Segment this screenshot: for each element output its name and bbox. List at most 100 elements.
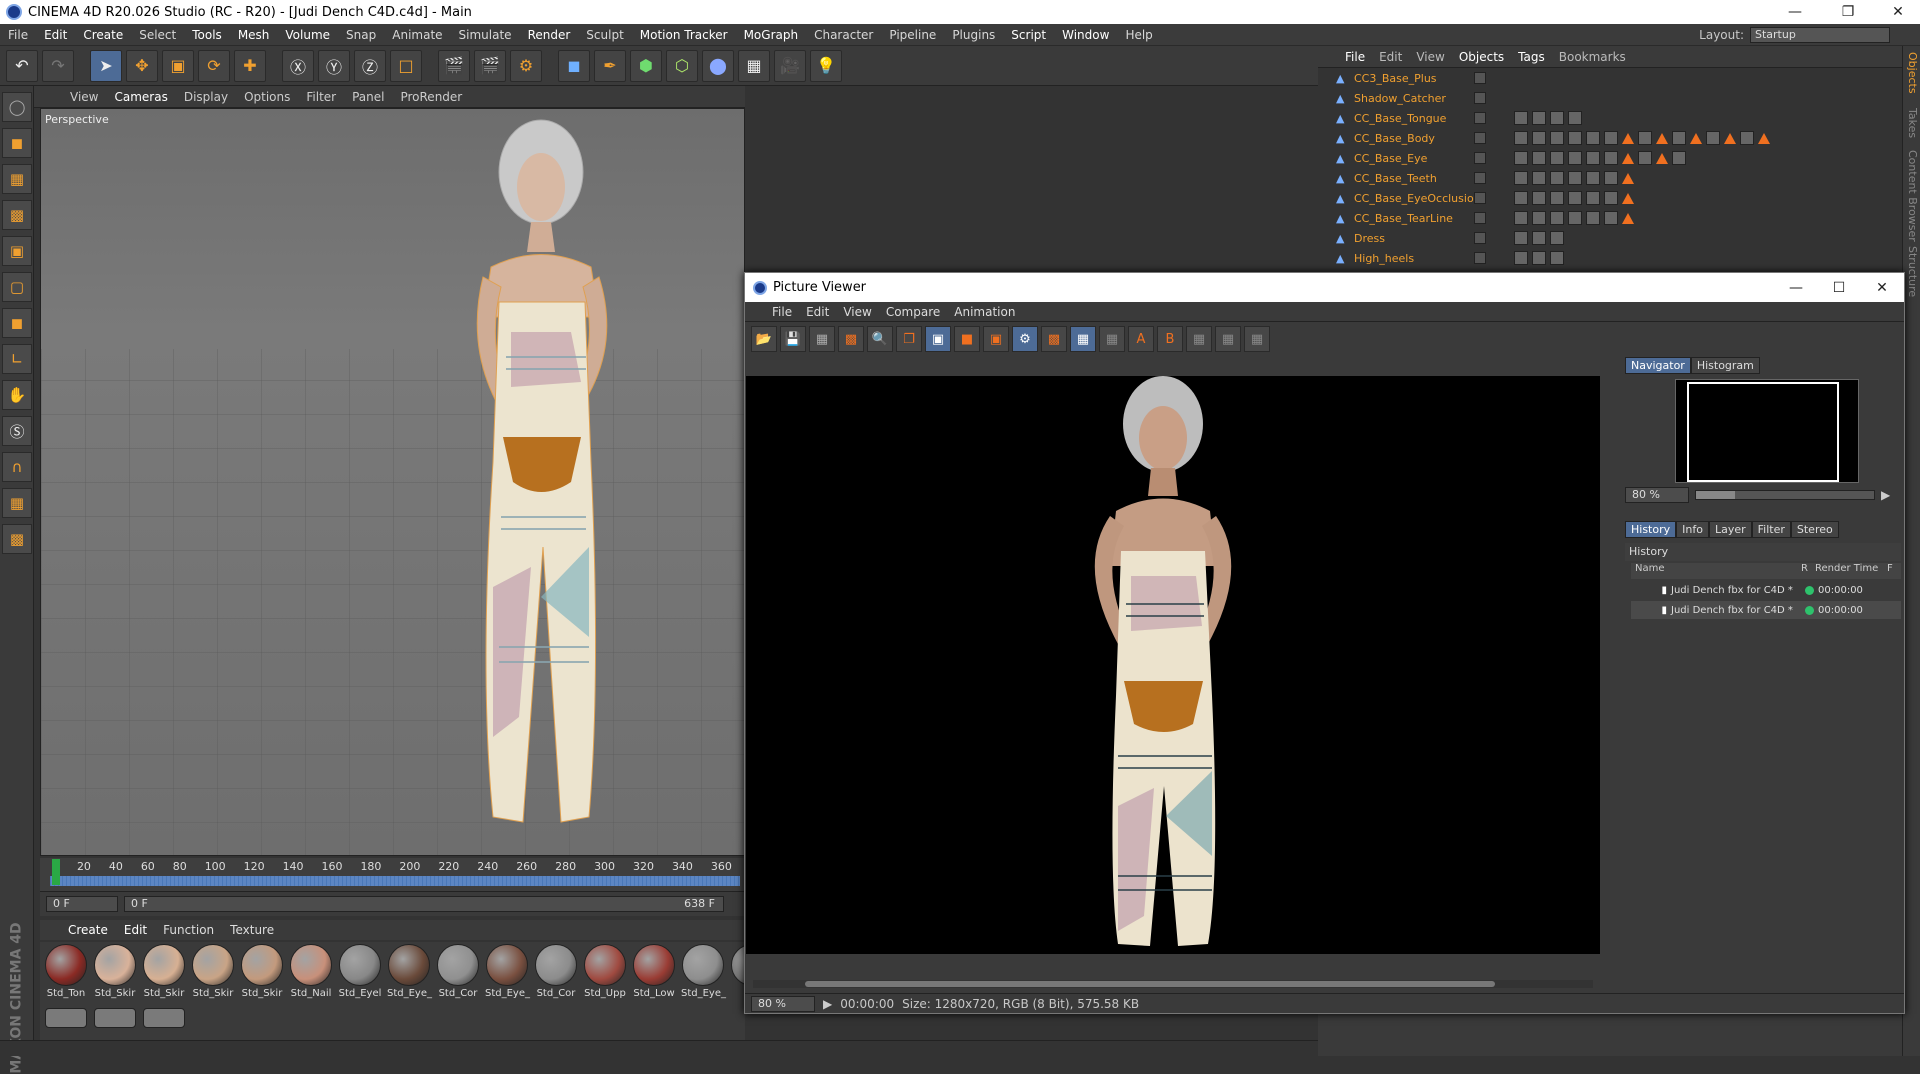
render-settings-icon[interactable]: ⚙ bbox=[510, 49, 542, 82]
tag-icon[interactable] bbox=[1706, 131, 1720, 145]
tag-icon[interactable] bbox=[1550, 151, 1564, 165]
planar-workplane-icon[interactable]: ▩ bbox=[2, 524, 32, 554]
workplane-icon[interactable]: ▩ bbox=[2, 200, 32, 230]
rotate-tool-icon[interactable]: ⟳ bbox=[198, 49, 230, 82]
material-swatch[interactable]: Std_Skir bbox=[240, 944, 284, 999]
tag-icon[interactable] bbox=[1724, 132, 1736, 144]
scrollbar-thumb[interactable] bbox=[805, 981, 1495, 987]
menu-pipeline[interactable]: Pipeline bbox=[881, 28, 944, 42]
menu-select[interactable]: Select bbox=[131, 28, 184, 42]
tag-icon[interactable] bbox=[1514, 251, 1528, 265]
cube-icon[interactable]: ◼ bbox=[558, 49, 590, 82]
tag-icon[interactable] bbox=[1532, 131, 1546, 145]
objects-menu-objects[interactable]: Objects bbox=[1452, 50, 1511, 64]
material-menu-edit[interactable]: Edit bbox=[116, 923, 155, 937]
col-f[interactable]: F bbox=[1887, 563, 1893, 579]
solo-icon[interactable]: Ⓢ bbox=[2, 416, 32, 446]
edges-mode-icon[interactable]: ▢ bbox=[2, 272, 32, 302]
tag-icon[interactable] bbox=[1532, 211, 1546, 225]
object-row[interactable]: ▲ Dress bbox=[1318, 228, 1902, 248]
tab-stereo[interactable]: Stereo bbox=[1790, 521, 1839, 538]
tag-icon[interactable] bbox=[1638, 131, 1652, 145]
pv-menu-animation[interactable]: Animation bbox=[947, 305, 1022, 319]
visibility-toggle[interactable] bbox=[1474, 92, 1486, 104]
tag-icon[interactable] bbox=[1568, 111, 1582, 125]
tag-icon[interactable] bbox=[1604, 191, 1618, 205]
close-icon[interactable]: ✕ bbox=[1875, 0, 1920, 24]
layout-2-icon[interactable]: ▦ bbox=[1215, 326, 1241, 352]
history-row[interactable]: ▮ Judi Dench fbx for C4D * 00:00:00 bbox=[1631, 601, 1901, 619]
visibility-toggle[interactable] bbox=[1474, 252, 1486, 264]
objects-menu-edit[interactable]: Edit bbox=[1372, 50, 1409, 64]
tag-icon[interactable] bbox=[1532, 191, 1546, 205]
y-axis-icon[interactable]: Ⓨ bbox=[318, 49, 350, 82]
copy-icon[interactable]: ❐ bbox=[896, 326, 922, 352]
object-name[interactable]: High_heels bbox=[1354, 252, 1414, 265]
pv-menu-edit[interactable]: Edit bbox=[799, 305, 836, 319]
timeline-track[interactable] bbox=[50, 876, 740, 886]
material-swatch[interactable]: Std_Skir bbox=[93, 944, 137, 999]
floor-icon[interactable]: ▦ bbox=[738, 49, 770, 82]
axis-mode-icon[interactable]: ∟ bbox=[2, 344, 32, 374]
objects-menu-view[interactable]: View bbox=[1409, 50, 1451, 64]
camera-icon[interactable]: 🎥 bbox=[774, 49, 806, 82]
restore-icon[interactable]: ❐ bbox=[1825, 0, 1871, 24]
ab-toggle-icon[interactable]: ▦ bbox=[1099, 326, 1125, 352]
z-axis-icon[interactable]: Ⓩ bbox=[354, 49, 386, 82]
menu-simulate[interactable]: Simulate bbox=[451, 28, 520, 42]
tag-icon[interactable] bbox=[1672, 151, 1686, 165]
ab-compare-icon[interactable]: ▩ bbox=[1041, 326, 1067, 352]
timeline[interactable]: 0 20 40 60 80 100 120 140 160 180 200 22… bbox=[40, 858, 745, 892]
ab-split-icon[interactable]: ▦ bbox=[1070, 326, 1096, 352]
tag-icon[interactable] bbox=[1622, 152, 1634, 164]
objects-menu-file[interactable]: File bbox=[1338, 50, 1372, 64]
tag-icon[interactable] bbox=[1604, 131, 1618, 145]
texture-mode-icon[interactable]: ▦ bbox=[2, 164, 32, 194]
tag-icon[interactable] bbox=[1550, 191, 1564, 205]
set-a-icon[interactable]: A bbox=[1128, 326, 1154, 352]
object-name[interactable]: CC_Base_TearLine bbox=[1354, 212, 1453, 225]
frame-range-slider[interactable]: 0 F 638 F bbox=[124, 896, 724, 912]
material-swatch[interactable]: Std_Cor bbox=[436, 944, 480, 999]
current-frame-field[interactable]: 0 F bbox=[46, 896, 118, 912]
menu-sculpt[interactable]: Sculpt bbox=[578, 28, 631, 42]
tag-icon[interactable] bbox=[1550, 231, 1564, 245]
tag-icon[interactable] bbox=[1514, 211, 1528, 225]
material-swatch[interactable] bbox=[142, 1008, 186, 1030]
render-all-icon[interactable]: ⚙ bbox=[1012, 326, 1038, 352]
lock-workplane-icon[interactable]: ▦ bbox=[2, 488, 32, 518]
tag-icon[interactable] bbox=[1550, 211, 1564, 225]
snap-icon[interactable]: ∩ bbox=[2, 452, 32, 482]
object-row[interactable]: ▲ High_heels bbox=[1318, 248, 1902, 268]
col-r[interactable]: R bbox=[1801, 563, 1815, 579]
visibility-toggle[interactable] bbox=[1474, 132, 1486, 144]
viewport-menu-options[interactable]: Options bbox=[236, 90, 298, 104]
tag-icon[interactable] bbox=[1532, 251, 1546, 265]
tag-icon[interactable] bbox=[1550, 131, 1564, 145]
objects-menu-bookmarks[interactable]: Bookmarks bbox=[1552, 50, 1633, 64]
col-name[interactable]: Name bbox=[1631, 563, 1801, 579]
object-row[interactable]: ▲ CC_Base_TearLine bbox=[1318, 208, 1902, 228]
side-tab-content-browser[interactable]: Content Browser bbox=[1906, 150, 1919, 242]
layout-1-icon[interactable]: ▦ bbox=[1186, 326, 1212, 352]
tag-icon[interactable] bbox=[1568, 131, 1582, 145]
character-model-viewport[interactable] bbox=[471, 117, 701, 856]
pen-spline-icon[interactable]: ✒ bbox=[594, 49, 626, 82]
tag-icon[interactable] bbox=[1586, 211, 1600, 225]
material-swatch[interactable] bbox=[44, 1008, 88, 1030]
tab-filter[interactable]: Filter bbox=[1751, 521, 1791, 538]
navigator-thumbnail[interactable] bbox=[1675, 379, 1859, 483]
model-mode-icon[interactable]: ◼ bbox=[2, 128, 32, 158]
cloner-icon[interactable]: ⬡ bbox=[666, 49, 698, 82]
zoom-icon[interactable]: 🔍 bbox=[867, 326, 893, 352]
maximize-icon[interactable]: ☐ bbox=[1816, 273, 1862, 302]
tag-icon[interactable] bbox=[1622, 212, 1634, 224]
tab-info[interactable]: Info bbox=[1676, 521, 1709, 538]
tag-icon[interactable] bbox=[1672, 131, 1686, 145]
menu-plugins[interactable]: Plugins bbox=[944, 28, 1003, 42]
object-name[interactable]: Dress bbox=[1354, 232, 1385, 245]
tag-icon[interactable] bbox=[1586, 151, 1600, 165]
tag-icon[interactable] bbox=[1622, 172, 1634, 184]
viewport-menu-view[interactable]: View bbox=[62, 90, 106, 104]
perspective-viewport[interactable]: Perspective bbox=[40, 108, 745, 856]
